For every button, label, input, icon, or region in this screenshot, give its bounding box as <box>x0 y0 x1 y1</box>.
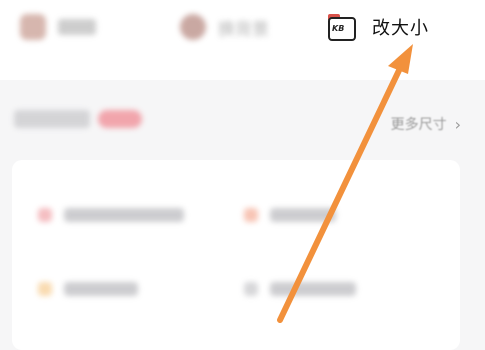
option-label <box>64 282 138 296</box>
size-option[interactable] <box>38 208 184 222</box>
tool-label <box>58 19 96 35</box>
tool-change-background[interactable]: 换背景 <box>180 8 269 46</box>
size-option[interactable] <box>244 282 356 296</box>
kb-resize-icon: KB <box>326 14 356 41</box>
more-sizes-label: 更多尺寸 <box>390 117 447 133</box>
tool-resize[interactable]: KB 改大小 <box>326 8 470 46</box>
size-options-card <box>12 160 460 350</box>
tool-label: 改大小 <box>372 18 429 39</box>
option-icon <box>38 282 52 296</box>
section-title-text <box>14 110 90 128</box>
chevron-right-icon: › <box>454 114 461 134</box>
option-label <box>270 282 356 296</box>
size-option[interactable] <box>38 282 138 296</box>
tools-row: 换背景 KB 改大小 <box>0 0 485 80</box>
option-icon <box>244 208 258 222</box>
portrait-icon <box>180 14 206 40</box>
tool-label: 换背景 <box>218 19 269 40</box>
section-badge <box>98 110 142 128</box>
section-title <box>14 110 142 128</box>
option-label <box>64 208 184 222</box>
more-sizes-link[interactable]: 更多尺寸 › <box>391 114 461 134</box>
icon-text: KB <box>332 24 345 33</box>
option-icon <box>38 208 52 222</box>
size-option[interactable] <box>244 208 336 222</box>
image-icon <box>20 14 46 40</box>
tool-image-edit[interactable] <box>20 8 96 46</box>
option-label <box>270 208 336 222</box>
option-icon <box>244 282 258 296</box>
